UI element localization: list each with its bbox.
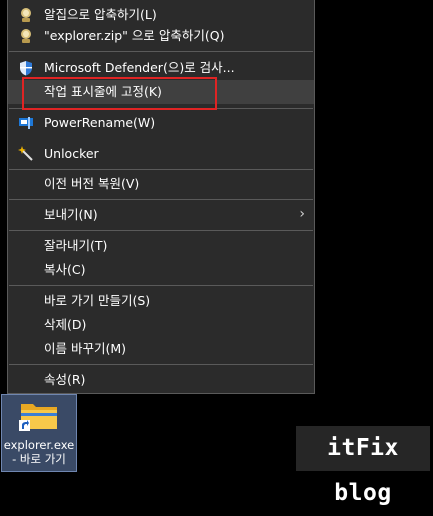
menu-item-pin-to-taskbar[interactable]: 작업 표시줄에 고정(K) bbox=[8, 80, 314, 104]
menu-item-label: PowerRename(W) bbox=[44, 115, 156, 130]
desktop: 알집으로 압축하기(L) "explorer.zip" 으로 압축하기(Q) M… bbox=[0, 0, 433, 506]
menu-separator bbox=[9, 51, 313, 52]
defender-shield-icon bbox=[20, 61, 32, 76]
menu-item-copy[interactable]: 복사(C) bbox=[8, 258, 314, 282]
alzip-icon bbox=[21, 8, 31, 22]
menu-separator bbox=[9, 199, 313, 200]
desktop-icon-label: explorer.exe - 바로 가기 bbox=[3, 438, 75, 466]
menu-separator bbox=[9, 169, 313, 170]
menu-item-label: 바로 가기 만들기(S) bbox=[44, 293, 151, 308]
unlocker-wand-icon bbox=[18, 146, 33, 161]
menu-item-label: 보내기(N) bbox=[44, 207, 98, 222]
menu-separator bbox=[9, 364, 313, 365]
menu-item-delete[interactable]: 삭제(D) bbox=[8, 313, 314, 337]
menu-item-label: 삭제(D) bbox=[44, 317, 87, 332]
chevron-right-icon: › bbox=[299, 206, 305, 222]
menu-item-properties[interactable]: 속성(R) bbox=[8, 368, 314, 392]
alzip-icon bbox=[21, 29, 31, 43]
watermark: itFix blog bbox=[296, 426, 430, 506]
menu-item-unlocker[interactable]: Unlocker bbox=[8, 142, 314, 166]
menu-item-create-shortcut[interactable]: 바로 가기 만들기(S) bbox=[8, 289, 314, 313]
menu-item-label: 이름 바꾸기(M) bbox=[44, 341, 127, 356]
menu-item-label: 이전 버전 복원(V) bbox=[44, 176, 140, 191]
menu-item-cut[interactable]: 잘라내기(T) bbox=[8, 234, 314, 258]
menu-separator bbox=[9, 108, 313, 109]
menu-item-label: 알집으로 압축하기(L) bbox=[44, 7, 157, 22]
menu-separator bbox=[9, 230, 313, 231]
desktop-shortcut-explorer[interactable]: explorer.exe - 바로 가기 bbox=[1, 394, 77, 472]
menu-item-compress-zip[interactable]: "explorer.zip" 으로 압축하기(Q) bbox=[8, 24, 314, 48]
folder-shortcut-icon bbox=[19, 404, 57, 431]
menu-item-send-to[interactable]: 보내기(N) › bbox=[8, 203, 314, 227]
menu-item-defender-scan[interactable]: Microsoft Defender(으)로 검사... bbox=[8, 56, 314, 80]
menu-item-label: 잘라내기(T) bbox=[44, 238, 108, 253]
menu-item-label: 속성(R) bbox=[44, 372, 86, 387]
menu-item-label: 복사(C) bbox=[44, 262, 86, 277]
menu-item-label: Microsoft Defender(으)로 검사... bbox=[44, 60, 235, 75]
context-menu: 알집으로 압축하기(L) "explorer.zip" 으로 압축하기(Q) M… bbox=[7, 0, 315, 394]
menu-separator bbox=[9, 285, 313, 286]
menu-item-restore-previous-versions[interactable]: 이전 버전 복원(V) bbox=[8, 172, 314, 196]
menu-item-powerrename[interactable]: PowerRename(W) bbox=[8, 111, 314, 135]
powerrename-icon bbox=[19, 117, 33, 129]
menu-item-label: "explorer.zip" 으로 압축하기(Q) bbox=[44, 28, 225, 43]
menu-item-label: 작업 표시줄에 고정(K) bbox=[44, 84, 162, 99]
menu-item-rename[interactable]: 이름 바꾸기(M) bbox=[8, 337, 314, 361]
menu-item-label: Unlocker bbox=[44, 146, 99, 161]
